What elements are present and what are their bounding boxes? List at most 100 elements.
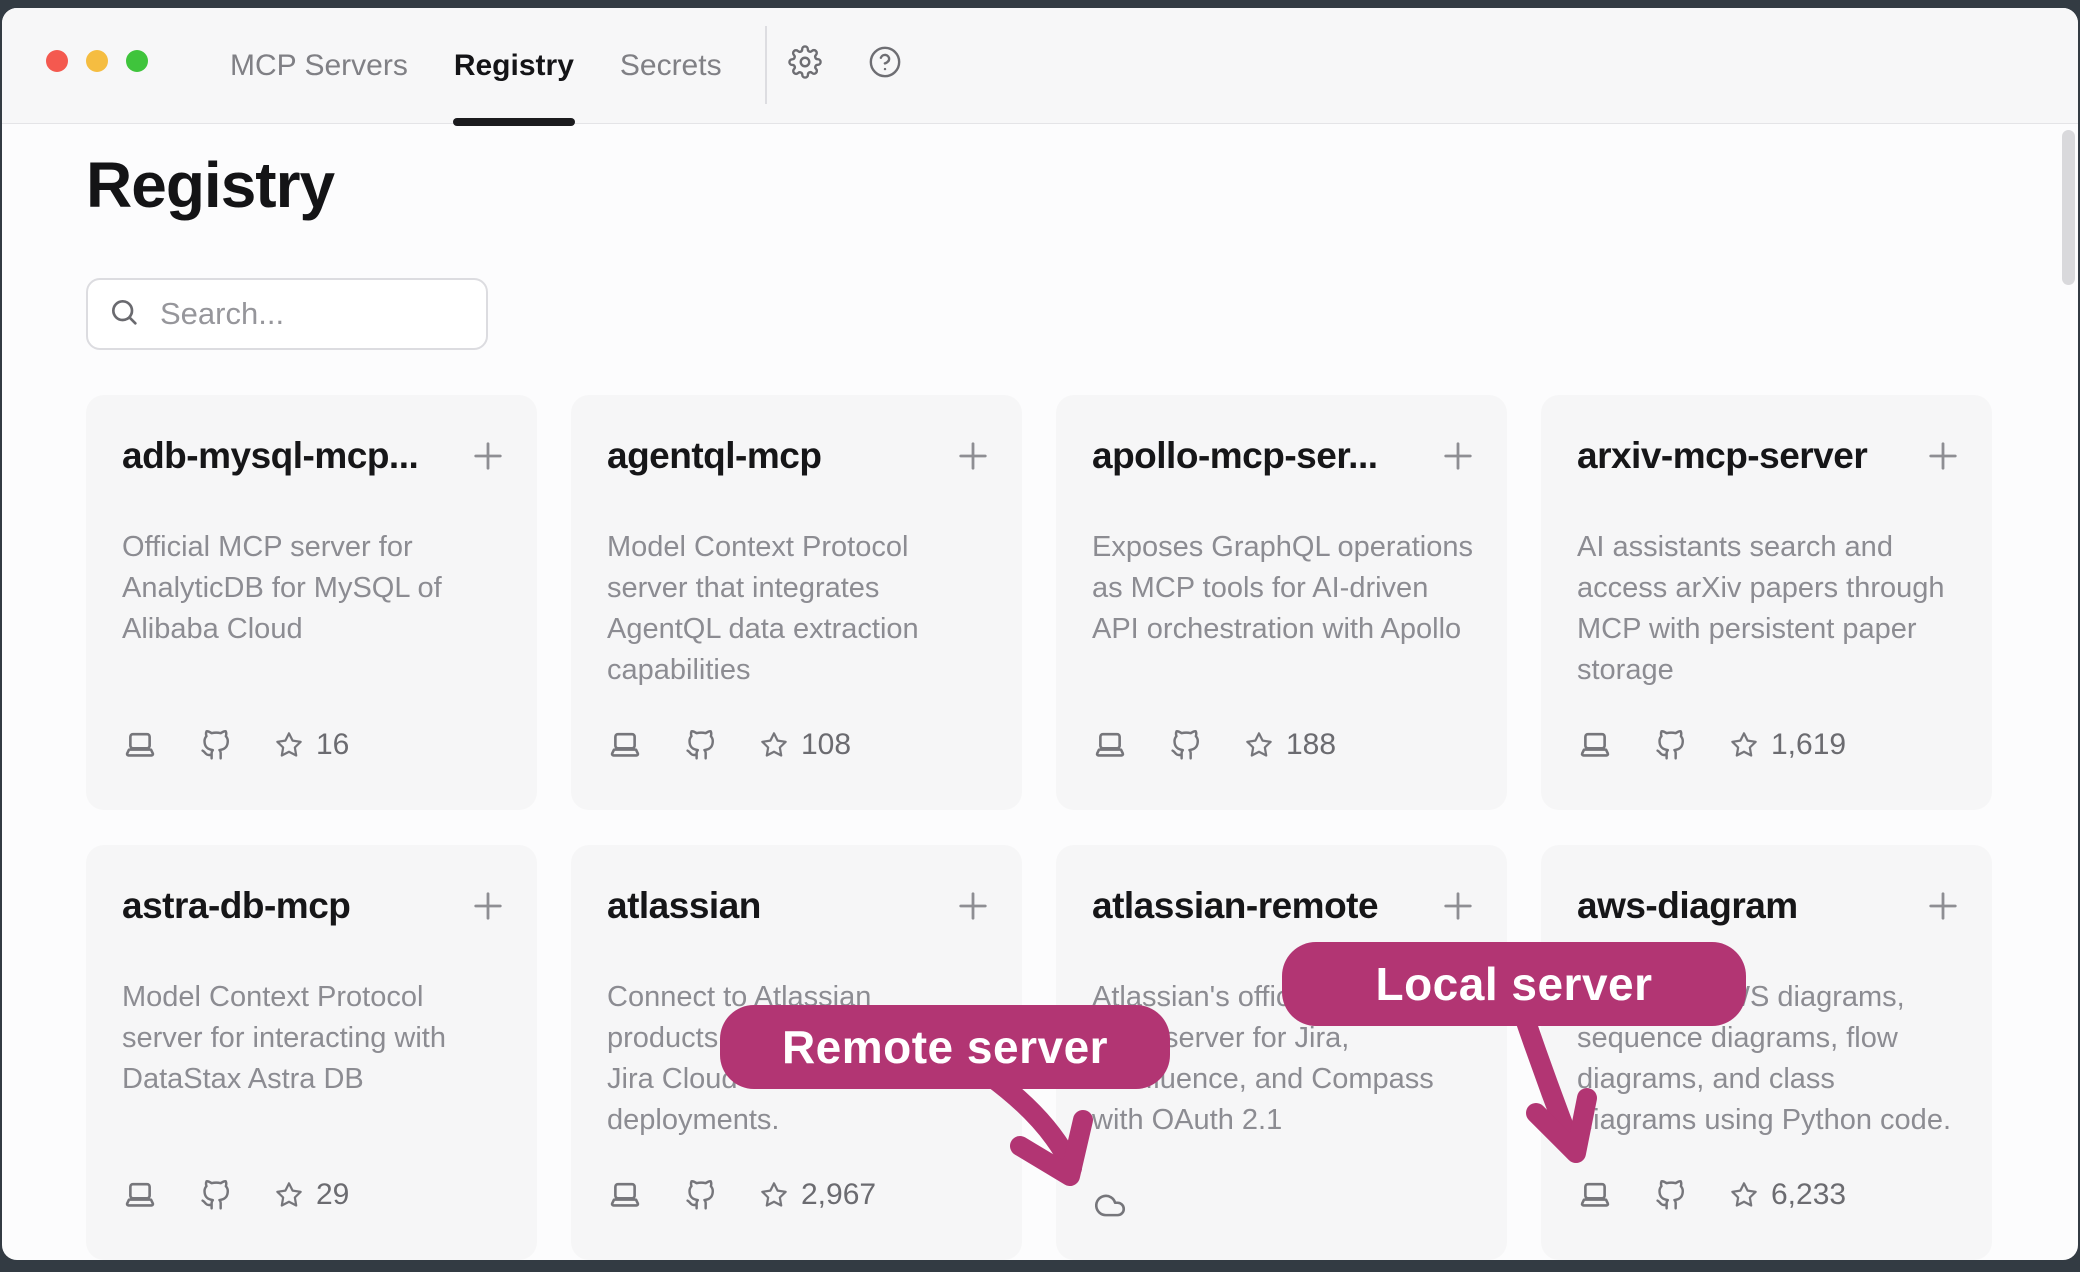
laptop-icon: [1577, 729, 1613, 762]
plus-icon: [1437, 885, 1479, 927]
add-server-button[interactable]: [1922, 885, 1964, 927]
server-description: Model Context Protocolserver for interac…: [122, 977, 517, 1100]
tab-registry[interactable]: Registry: [454, 8, 574, 123]
search-icon: [108, 296, 140, 333]
star-count-group: 29: [275, 1178, 349, 1212]
server-card-apollo-mcp-server[interactable]: apollo-mcp-ser... Exposes GraphQL operat…: [1056, 395, 1507, 810]
server-card-agentql-mcp[interactable]: agentql-mcp Model Context Protocolserver…: [571, 395, 1022, 810]
server-name: adb-mysql-mcp...: [122, 435, 418, 477]
star-icon: [760, 731, 788, 759]
close-window-button[interactable]: [46, 50, 68, 72]
github-icon: [685, 730, 716, 761]
server-card-adb-mysql-mcp[interactable]: adb-mysql-mcp... Official MCP server for…: [86, 395, 537, 810]
search-box[interactable]: [86, 278, 488, 350]
add-server-button[interactable]: [1437, 435, 1479, 477]
annotation-remote-server: Remote server: [720, 1005, 1170, 1089]
github-icon: [200, 730, 231, 761]
star-count: 188: [1286, 728, 1336, 762]
server-name: apollo-mcp-ser...: [1092, 435, 1378, 477]
star-icon: [760, 1181, 788, 1209]
server-name: arxiv-mcp-server: [1577, 435, 1867, 477]
plus-icon: [1922, 435, 1964, 477]
star-icon: [1730, 731, 1758, 759]
add-server-button[interactable]: [467, 435, 509, 477]
star-count-group: 108: [760, 728, 851, 762]
card-footer: 6,233: [1577, 1175, 1846, 1215]
search-input[interactable]: [158, 295, 561, 333]
server-grid: adb-mysql-mcp... Official MCP server for…: [86, 395, 1994, 1260]
github-icon: [200, 1180, 231, 1211]
star-count: 2,967: [801, 1178, 876, 1212]
star-count-group: 6,233: [1730, 1178, 1846, 1212]
plus-icon: [952, 435, 994, 477]
card-footer: 108: [607, 725, 851, 765]
laptop-icon: [1577, 1179, 1613, 1212]
plus-icon: [467, 435, 509, 477]
github-icon: [685, 1180, 716, 1211]
card-footer: 1,619: [1577, 725, 1846, 765]
add-server-button[interactable]: [952, 435, 994, 477]
add-server-button[interactable]: [1922, 435, 1964, 477]
gear-icon: [788, 45, 822, 79]
tab-secrets[interactable]: Secrets: [620, 8, 722, 123]
laptop-icon: [1092, 729, 1128, 762]
star-count-group: 2,967: [760, 1178, 876, 1212]
toolbar-divider: [765, 26, 767, 104]
card-header: atlassian-remote: [1092, 881, 1479, 931]
annotation-local-server: Local server: [1282, 942, 1746, 1026]
card-footer: 29: [122, 1175, 349, 1215]
titlebar: MCP Servers Registry Secrets: [2, 8, 2078, 124]
card-header: atlassian: [607, 881, 994, 931]
laptop-icon: [122, 1179, 158, 1212]
star-icon: [1730, 1181, 1758, 1209]
card-header: adb-mysql-mcp...: [122, 431, 509, 481]
plus-icon: [1922, 885, 1964, 927]
scrollbar-thumb[interactable]: [2062, 130, 2075, 285]
add-server-button[interactable]: [467, 885, 509, 927]
card-header: aws-diagram: [1577, 881, 1964, 931]
server-name: atlassian-remote: [1092, 885, 1378, 927]
card-header: agentql-mcp: [607, 431, 994, 481]
server-card-astra-db-mcp[interactable]: astra-db-mcp Model Context Protocolserve…: [86, 845, 537, 1260]
zoom-window-button[interactable]: [126, 50, 148, 72]
server-description: Model Context Protocolserver that integr…: [607, 527, 1002, 691]
github-icon: [1655, 1180, 1686, 1211]
desktop: { "topbar": { "tabs": [ {"label": "MCP S…: [0, 0, 2080, 1272]
laptop-icon: [122, 729, 158, 762]
star-count-group: 188: [1245, 728, 1336, 762]
star-count: 1,619: [1771, 728, 1846, 762]
star-icon: [275, 731, 303, 759]
window-controls: [46, 50, 148, 72]
help-button[interactable]: [868, 45, 902, 79]
plus-icon: [1437, 435, 1479, 477]
server-card-arxiv-mcp-server[interactable]: arxiv-mcp-server AI assistants search an…: [1541, 395, 1992, 810]
add-server-button[interactable]: [952, 885, 994, 927]
server-name: agentql-mcp: [607, 435, 821, 477]
minimize-window-button[interactable]: [86, 50, 108, 72]
laptop-icon: [607, 729, 643, 762]
add-server-button[interactable]: [1437, 885, 1479, 927]
server-card-aws-diagram[interactable]: aws-diagram Generate AWS diagrams,sequen…: [1541, 845, 1992, 1260]
server-name: atlassian: [607, 885, 761, 927]
plus-icon: [952, 885, 994, 927]
star-icon: [1245, 731, 1273, 759]
github-icon: [1655, 730, 1686, 761]
main-nav: MCP Servers Registry Secrets: [230, 8, 722, 123]
star-count-group: 16: [275, 728, 349, 762]
tab-mcp-servers[interactable]: MCP Servers: [230, 8, 408, 123]
card-footer: 16: [122, 725, 349, 765]
star-count-group: 1,619: [1730, 728, 1846, 762]
server-name: aws-diagram: [1577, 885, 1798, 927]
star-count: 29: [316, 1178, 349, 1212]
card-header: apollo-mcp-ser...: [1092, 431, 1479, 481]
plus-icon: [467, 885, 509, 927]
star-count: 16: [316, 728, 349, 762]
server-description: Exposes GraphQL operationsas MCP tools f…: [1092, 527, 1487, 650]
github-icon: [1170, 730, 1201, 761]
settings-button[interactable]: [788, 45, 822, 79]
star-icon: [275, 1181, 303, 1209]
help-icon: [868, 45, 902, 79]
card-footer: 188: [1092, 725, 1336, 765]
laptop-icon: [607, 1179, 643, 1212]
app-window: MCP Servers Registry Secrets Regi: [2, 8, 2078, 1260]
